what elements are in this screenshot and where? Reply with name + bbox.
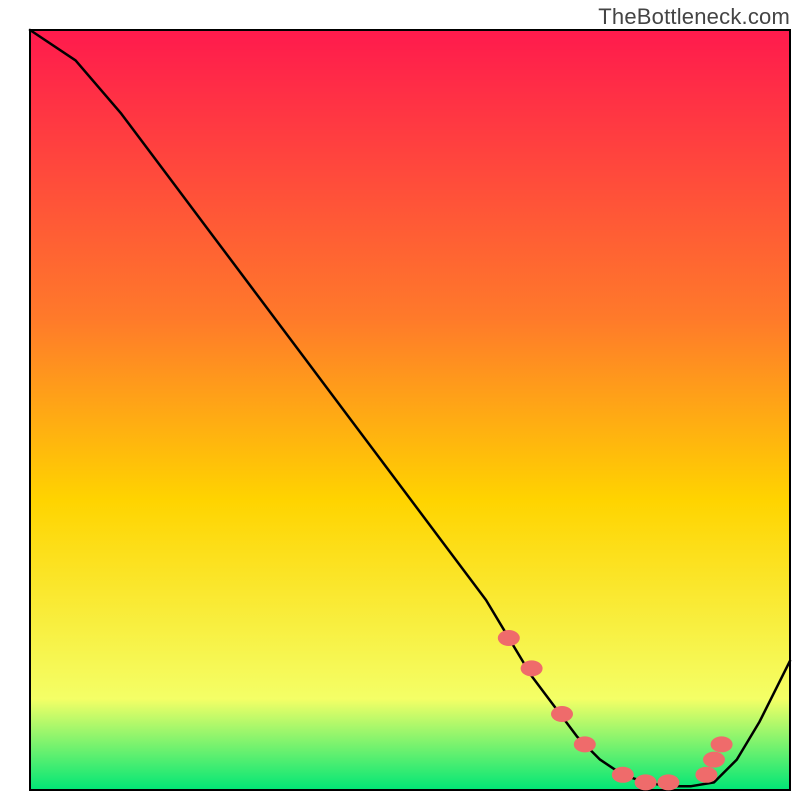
chart-frame: TheBottleneck.com xyxy=(0,0,800,800)
curve-marker xyxy=(711,736,733,752)
bottleneck-curve-chart xyxy=(0,0,800,800)
attribution-text: TheBottleneck.com xyxy=(598,4,790,30)
curve-marker xyxy=(635,774,657,790)
curve-marker xyxy=(574,736,596,752)
curve-marker xyxy=(612,767,634,783)
curve-marker xyxy=(703,752,725,768)
curve-marker xyxy=(657,774,679,790)
curve-marker xyxy=(695,767,717,783)
curve-marker xyxy=(551,706,573,722)
curve-marker xyxy=(498,630,520,646)
curve-marker xyxy=(521,660,543,676)
